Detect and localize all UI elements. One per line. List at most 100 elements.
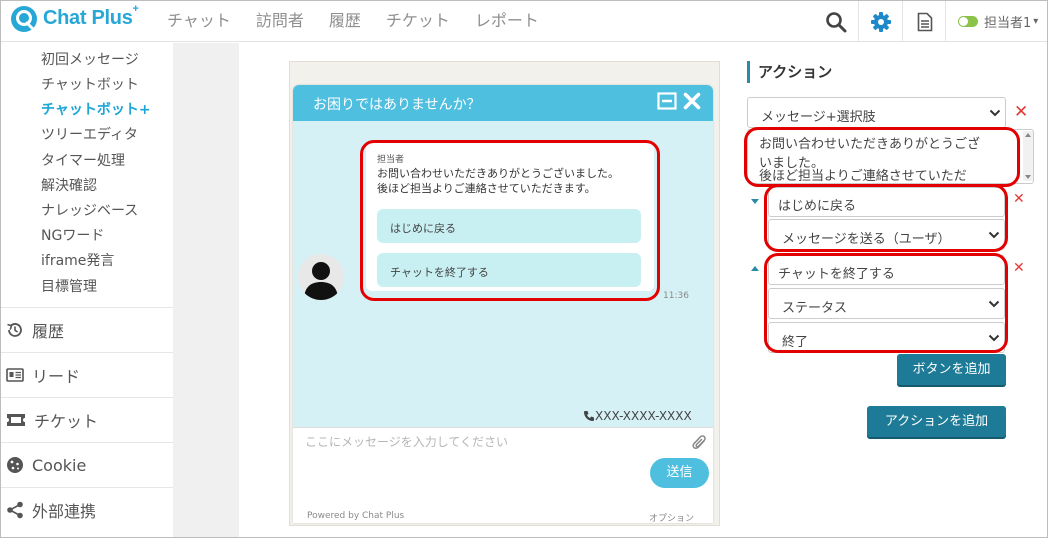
- message-line: お問い合わせいただきありがとうございました。: [377, 167, 619, 180]
- chat-messages: 担当者 お問い合わせいただきありがとうございました。 後ほど担当よりご連絡させて…: [293, 121, 713, 427]
- sidebar-item-label: チケット: [34, 412, 99, 431]
- phone-icon: [584, 411, 594, 421]
- sidebar-item-chatbot-plus[interactable]: チャットボット+: [41, 99, 151, 119]
- minimize-icon[interactable]: [657, 92, 677, 110]
- chevron-down-icon: [988, 334, 1000, 341]
- sidebar-item-label: 外部連携: [32, 502, 97, 521]
- sidebar-item-integrations[interactable]: 外部連携: [1, 487, 173, 532]
- button2-value: 終了: [782, 335, 809, 350]
- history-icon: [7, 323, 22, 337]
- phone-number: XXX-XXXX-XXXX: [583, 409, 692, 423]
- chat-plus-logo-icon: [11, 6, 37, 32]
- search-button[interactable]: [814, 1, 858, 42]
- document-button[interactable]: [902, 1, 946, 42]
- content-gutter: [187, 43, 239, 537]
- textarea-line: お問い合わせいただきありがとうござ: [759, 137, 981, 152]
- message-bubble: 担当者 お問い合わせいただきありがとうございました。 後ほど担当よりご連絡させて…: [366, 143, 654, 291]
- button2-value-select[interactable]: 終了: [768, 322, 1005, 353]
- button2-action-select[interactable]: ステータス: [768, 288, 1005, 319]
- nav-visitors[interactable]: 訪問者: [256, 7, 304, 31]
- share-icon: [7, 501, 23, 519]
- agent-status-menu[interactable]: 担当者1 ▾: [945, 1, 1047, 42]
- sidebar-item-chatbot[interactable]: チャットボット: [41, 74, 139, 94]
- textarea-scrollbar[interactable]: [1023, 131, 1033, 181]
- search-icon: [826, 11, 847, 32]
- close-icon[interactable]: [683, 92, 701, 110]
- chevron-down-icon: [988, 300, 1000, 307]
- sidebar-divider: [173, 43, 187, 537]
- add-action-button[interactable]: アクションを追加: [867, 406, 1006, 437]
- sidebar-item-ng-words[interactable]: NGワード: [41, 225, 104, 245]
- action-title: アクション: [747, 61, 832, 83]
- top-header: Chat Plus+ チャット 訪問者 履歴 チケット レポート 担当者1 ▾: [1, 1, 1047, 42]
- delete-button1-icon[interactable]: ✕: [1013, 191, 1025, 208]
- app-window: Chat Plus+ チャット 訪問者 履歴 チケット レポート 担当者1 ▾ …: [0, 0, 1048, 538]
- nav-history[interactable]: 履歴: [329, 7, 361, 31]
- sidebar-item-ticket[interactable]: チケット: [1, 397, 173, 442]
- chat-header: お困りではありませんか？: [293, 85, 713, 121]
- paperclip-icon[interactable]: [692, 434, 708, 452]
- sidebar-item-resolution[interactable]: 解決確認: [41, 175, 97, 195]
- sidebar-item-leads[interactable]: リード: [1, 352, 173, 397]
- person-icon: [304, 262, 338, 300]
- nav-report[interactable]: レポート: [475, 7, 539, 31]
- delete-action-icon[interactable]: ✕: [1014, 104, 1028, 121]
- nav-chat[interactable]: チャット: [167, 7, 231, 31]
- nav-ticket[interactable]: チケット: [386, 7, 450, 31]
- settings-button[interactable]: [858, 1, 902, 42]
- sidebar-item-history[interactable]: 履歴: [1, 307, 173, 352]
- chevron-down-icon: ▾: [1033, 16, 1039, 27]
- online-toggle-icon[interactable]: [958, 16, 978, 27]
- phone-text: XXX-XXXX-XXXX: [595, 409, 692, 423]
- button2-action-value: ステータス: [782, 301, 848, 316]
- add-button-button[interactable]: ボタンを追加: [897, 354, 1006, 385]
- agent-name: 担当者1: [984, 16, 1032, 31]
- powered-by[interactable]: Powered by Chat Plus: [307, 511, 404, 521]
- sidebar-item-first-message[interactable]: 初回メッセージ: [41, 49, 139, 69]
- ticket-icon: [7, 414, 25, 426]
- scroll-down-icon[interactable]: [1025, 175, 1031, 179]
- gear-icon: [870, 11, 891, 32]
- chevron-down-icon: [989, 109, 1001, 116]
- message-line: 後ほど担当よりご連絡させていただきます。: [377, 182, 596, 195]
- action-type-value: メッセージ+選択肢: [761, 110, 876, 125]
- sidebar-item-goals[interactable]: 目標管理: [41, 276, 97, 296]
- chat-input-area: ここにメッセージを入力してください 送信 Powered by Chat Plu…: [293, 427, 713, 523]
- message-input[interactable]: ここにメッセージを入力してください: [305, 433, 508, 450]
- message-textarea[interactable]: お問い合わせいただきありがとうござ いました。 後ほど担当よりご連絡させていただ: [747, 129, 1034, 184]
- chat-title: お困りではありませんか？: [313, 97, 481, 113]
- option-end-chat[interactable]: チャットを終了する: [377, 253, 641, 287]
- sidebar-item-tree-editor[interactable]: ツリーエディタ: [41, 124, 138, 144]
- button1-action-value: メッセージを送る（ユーザ）: [782, 232, 951, 247]
- option-link[interactable]: オプション: [649, 511, 694, 523]
- delete-button2-icon[interactable]: ✕: [1013, 260, 1025, 277]
- message-text: お問い合わせいただきありがとうございました。 後ほど担当よりご連絡させていただき…: [377, 166, 647, 196]
- main-nav: チャット 訪問者 履歴 チケット レポート: [167, 7, 564, 31]
- operator-avatar: [298, 254, 344, 300]
- sidebar-item-label: Cookie: [32, 455, 87, 475]
- chevron-down-icon: [988, 231, 1000, 238]
- sidebar-item-timer[interactable]: タイマー処理: [41, 150, 125, 170]
- id-card-icon: [6, 368, 24, 382]
- move-down-icon[interactable]: [751, 199, 759, 204]
- sidebar: 初回メッセージ チャットボット チャットボット+ ツリーエディタ タイマー処理 …: [1, 43, 187, 537]
- sidebar-item-iframe[interactable]: iframe発言: [41, 250, 114, 270]
- chat-widget-preview: お困りではありませんか？ 担当者 お問い合わせいただきありがとうございました。 …: [293, 85, 713, 523]
- sidebar-item-label: リード: [32, 367, 81, 386]
- send-button[interactable]: 送信: [650, 458, 709, 488]
- sidebar-item-knowledge-base[interactable]: ナレッジベース: [41, 200, 138, 220]
- cookie-icon: [7, 457, 23, 473]
- button1-action-select[interactable]: メッセージを送る（ユーザ）: [768, 219, 1005, 250]
- brand-name[interactable]: Chat Plus+: [43, 3, 139, 30]
- sidebar-item-label: 履歴: [32, 322, 65, 341]
- button2-label-input[interactable]: チャットを終了する: [768, 255, 1005, 285]
- sidebar-item-cookie[interactable]: Cookie: [1, 442, 173, 487]
- message-sender: 担当者: [377, 155, 405, 165]
- action-type-select[interactable]: メッセージ+選択肢: [747, 97, 1006, 128]
- scroll-up-icon[interactable]: [1025, 133, 1031, 137]
- textarea-line: 後ほど担当よりご連絡させていただ: [759, 169, 967, 184]
- button1-label-input[interactable]: はじめに戻る: [768, 187, 1005, 217]
- option-back-to-start[interactable]: はじめに戻る: [377, 209, 641, 243]
- move-up-icon[interactable]: [751, 266, 759, 271]
- document-icon: [917, 12, 932, 31]
